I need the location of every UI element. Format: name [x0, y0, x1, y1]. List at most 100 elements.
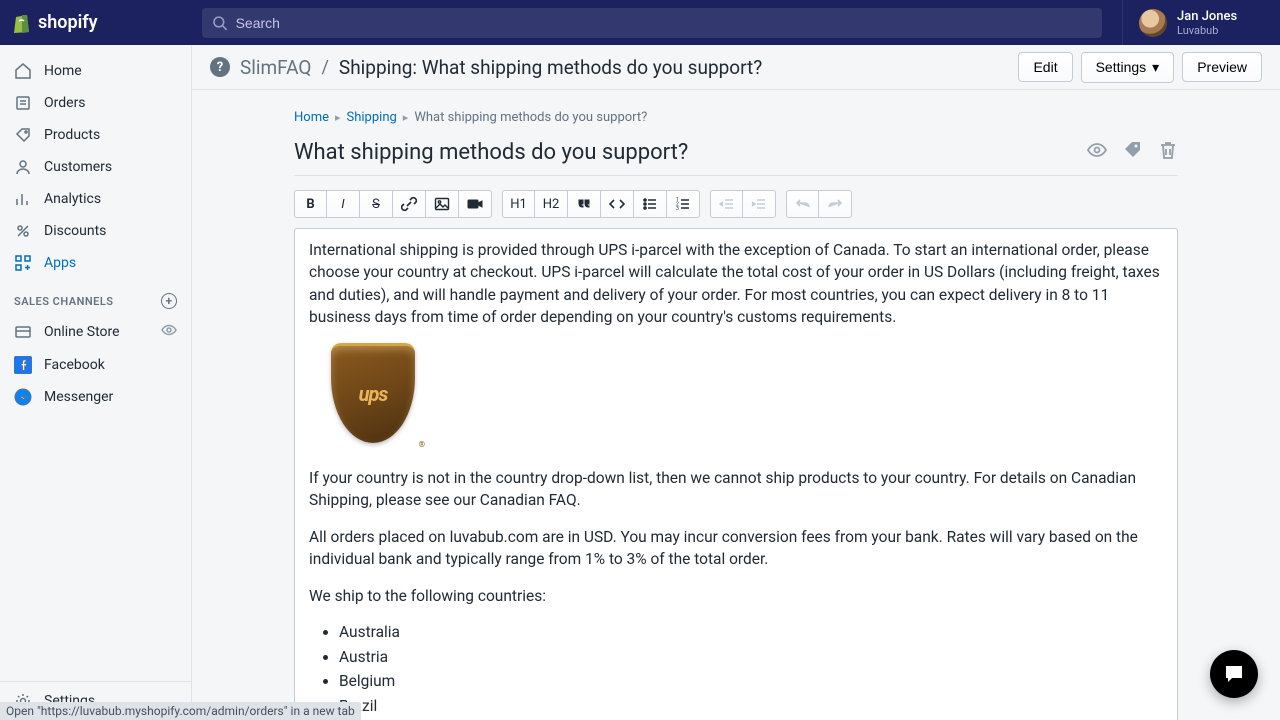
sidebar: Home Orders Products Customers Analytics…: [0, 45, 192, 720]
redo-button[interactable]: [819, 190, 852, 218]
bullet-list-button[interactable]: [634, 190, 667, 218]
nav-customers-label: Customers: [44, 159, 112, 175]
edit-button[interactable]: Edit: [1018, 52, 1072, 82]
user-name: Jan Jones: [1177, 9, 1237, 24]
country-list: AustraliaAustriaBelgiumBrazilChinaCzechi…: [309, 621, 1163, 720]
home-icon: [14, 62, 32, 80]
nav-discounts[interactable]: Discounts: [0, 215, 191, 247]
channel-online-store[interactable]: Online Store: [0, 315, 191, 349]
chat-launcher[interactable]: [1210, 650, 1258, 698]
settings-button[interactable]: Settings ▾: [1081, 52, 1175, 83]
help-icon[interactable]: ?: [210, 57, 230, 77]
image-button[interactable]: [426, 190, 459, 218]
body-paragraph: If your country is not in the country dr…: [309, 467, 1163, 512]
channel-messenger[interactable]: Messenger: [0, 381, 191, 413]
body-paragraph: We ship to the following countries:: [309, 585, 1163, 607]
divider: [294, 175, 1178, 176]
editor-toolbar: B I S H1 H2 123: [294, 190, 1178, 218]
breadcrumb: Home ▸ Shipping ▸ What shipping methods …: [294, 110, 1178, 125]
link-button[interactable]: [393, 190, 426, 218]
avatar: [1139, 9, 1167, 37]
view-store-icon[interactable]: [161, 322, 177, 342]
visibility-icon[interactable]: [1086, 139, 1108, 165]
global-search[interactable]: [202, 8, 1102, 38]
page-bar: ? SlimFAQ / Shipping: What shipping meth…: [192, 45, 1280, 90]
nav-home-label: Home: [44, 63, 82, 79]
video-button[interactable]: [459, 190, 492, 218]
channel-facebook[interactable]: Facebook: [0, 349, 191, 381]
shopify-bag-icon: [12, 12, 32, 34]
add-channel-button[interactable]: +: [161, 293, 177, 309]
country-item: Brazil: [339, 695, 1163, 717]
browser-status-hint: Open "https://luvabub.myshopify.com/admi…: [0, 702, 361, 720]
code-button[interactable]: [601, 190, 634, 218]
nav-products[interactable]: Products: [0, 119, 191, 151]
quote-button[interactable]: [568, 190, 601, 218]
chat-icon: [1222, 662, 1246, 686]
country-item: Belgium: [339, 670, 1163, 692]
h2-button[interactable]: H2: [535, 190, 568, 218]
nav-home[interactable]: Home: [0, 55, 191, 87]
sales-channels-header: SALES CHANNELS +: [0, 279, 191, 315]
channel-messenger-label: Messenger: [44, 389, 113, 405]
main-content: ? SlimFAQ / Shipping: What shipping meth…: [192, 45, 1280, 720]
nav-customers[interactable]: Customers: [0, 151, 191, 183]
crumb-home[interactable]: Home: [294, 110, 329, 125]
user-shop: Luvabub: [1177, 24, 1237, 37]
outdent-button[interactable]: [710, 190, 743, 218]
nav-analytics-label: Analytics: [44, 191, 101, 207]
country-item: Australia: [339, 621, 1163, 643]
preview-button[interactable]: Preview: [1182, 52, 1262, 82]
svg-text:3: 3: [676, 206, 679, 212]
nav-apps[interactable]: Apps: [0, 247, 191, 279]
bold-button[interactable]: B: [294, 190, 327, 218]
ups-logo-text: ups: [359, 380, 388, 409]
apps-icon: [14, 254, 32, 272]
analytics-icon: [14, 190, 32, 208]
editor-body[interactable]: International shipping is provided throu…: [294, 228, 1178, 720]
ups-logo: ups ®: [323, 343, 423, 453]
customers-icon: [14, 158, 32, 176]
products-icon: [14, 126, 32, 144]
search-icon: [212, 15, 228, 31]
settings-button-label: Settings: [1096, 59, 1147, 75]
nav-discounts-label: Discounts: [44, 223, 106, 239]
strike-button[interactable]: S: [360, 190, 393, 218]
crumb-current: What shipping methods do you support?: [414, 110, 647, 125]
nav-apps-label: Apps: [44, 255, 76, 271]
delete-icon[interactable]: [1158, 139, 1178, 165]
crumb-sep-icon: ▸: [335, 111, 341, 124]
registered-mark: ®: [419, 439, 425, 451]
nav-orders[interactable]: Orders: [0, 87, 191, 119]
search-input[interactable]: [236, 15, 1092, 31]
crumb-sep-icon: ▸: [403, 111, 409, 124]
h1-button[interactable]: H1: [502, 190, 535, 218]
undo-button[interactable]: [786, 190, 819, 218]
app-title[interactable]: SlimFAQ: [240, 56, 311, 79]
facebook-icon: [14, 356, 32, 374]
crumb-shipping[interactable]: Shipping: [347, 110, 397, 125]
orders-icon: [14, 94, 32, 112]
indent-button[interactable]: [743, 190, 776, 218]
preview-button-label: Preview: [1197, 59, 1247, 75]
user-menu[interactable]: Jan Jones Luvabub: [1122, 0, 1237, 45]
italic-button[interactable]: I: [327, 190, 360, 218]
page-title: Shipping: What shipping methods do you s…: [339, 56, 762, 79]
number-list-button[interactable]: 123: [667, 190, 700, 218]
messenger-icon: [14, 388, 32, 406]
chevron-down-icon: ▾: [1152, 59, 1159, 76]
nav-orders-label: Orders: [44, 95, 86, 111]
tag-icon[interactable]: [1122, 139, 1144, 165]
question-title: What shipping methods do you support?: [294, 140, 1086, 165]
nav-analytics[interactable]: Analytics: [0, 183, 191, 215]
body-paragraph: International shipping is provided throu…: [309, 239, 1163, 329]
edit-button-label: Edit: [1033, 59, 1057, 75]
breadcrumb-sep: /: [321, 57, 328, 78]
shopify-logo[interactable]: shopify: [12, 12, 192, 34]
nav-products-label: Products: [44, 127, 100, 143]
channel-facebook-label: Facebook: [44, 357, 105, 373]
discounts-icon: [14, 222, 32, 240]
country-item: Austria: [339, 646, 1163, 668]
body-paragraph: All orders placed on luvabub.com are in …: [309, 526, 1163, 571]
channel-online-store-label: Online Store: [44, 324, 120, 340]
